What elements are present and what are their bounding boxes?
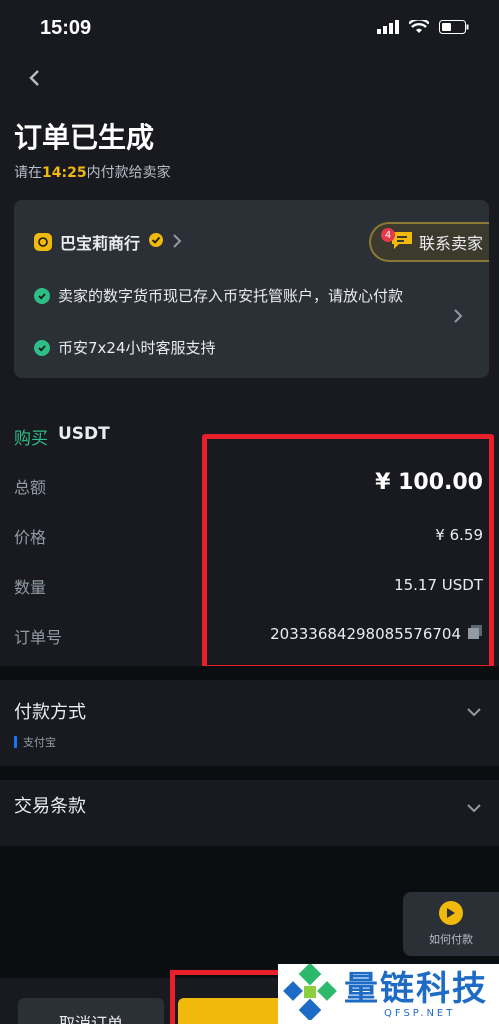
trade-direction: 购买 (14, 429, 48, 449)
trade-terms-section[interactable]: 交易条款 (0, 780, 499, 832)
signal-icon (377, 19, 399, 38)
wifi-icon (408, 17, 430, 38)
seller-name: 巴宝莉商行 (60, 234, 141, 253)
quantity-value: 15.17 USDT (394, 576, 483, 594)
unread-badge: 4 (381, 228, 395, 242)
status-time: 15:09 (40, 16, 92, 39)
payment-deadline: 请在14:25内付款给卖家 (14, 162, 171, 182)
order-details: 购买 USDT 总额 ¥ 100.00 价格 ¥ 6.59 数量 15.17 U… (0, 410, 499, 670)
chevron-left-icon (28, 69, 40, 91)
status-icons (377, 17, 469, 38)
countdown-timer: 14:25 (42, 165, 87, 181)
alipay-color-bar (14, 736, 17, 748)
chevron-down-icon[interactable] (467, 702, 481, 721)
how-to-pay-button[interactable]: 如何付款 (403, 892, 499, 956)
order-number-row: 20333684298085576704 (270, 624, 483, 644)
watermark: 量链科技 QFSP.NET (278, 962, 499, 1024)
verified-badge-icon (148, 232, 164, 252)
copy-icon[interactable] (467, 624, 483, 644)
notice-chevron-right-icon[interactable] (453, 308, 463, 327)
order-number-value: 20333684298085576704 (270, 625, 461, 643)
watermark-logo-icon (282, 962, 338, 1024)
cancel-order-button[interactable]: 取消订单 (18, 998, 164, 1024)
seller-avatar (34, 233, 52, 251)
highlight-annotation-box (170, 970, 294, 1024)
support-notice: 币安7x24小时客服支持 (34, 336, 216, 360)
payment-method-title: 付款方式 (14, 702, 86, 723)
watermark-text: 量链科技 QFSP.NET (344, 970, 488, 1019)
how-to-pay-label: 如何付款 (429, 933, 473, 946)
watermark-title: 量链科技 (344, 968, 488, 1009)
chevron-right-icon (172, 233, 182, 252)
deadline-prefix: 请在 (14, 165, 42, 181)
price-value: ¥ 6.59 (435, 526, 483, 544)
check-circle-icon (34, 340, 50, 356)
total-value: ¥ 100.00 (375, 470, 483, 495)
section-divider (0, 766, 499, 780)
total-label: 总额 (14, 478, 47, 497)
battery-icon (439, 19, 469, 38)
back-button[interactable] (22, 66, 46, 94)
page-title: 订单已生成 (14, 121, 155, 154)
contact-seller-label: 联系卖家 (419, 234, 484, 253)
contact-seller-button[interactable]: 4 联系卖家 (369, 222, 489, 262)
cancel-order-label: 取消订单 (58, 1014, 123, 1024)
support-notice-text: 币安7x24小时客服支持 (58, 339, 216, 357)
payment-method-name: 支付宝 (23, 736, 56, 749)
seller-profile-link[interactable]: 巴宝莉商行 (34, 230, 182, 254)
deadline-suffix: 内付款给卖家 (86, 165, 171, 181)
payment-method-tag: 支付宝 (14, 734, 56, 750)
trade-terms-title: 交易条款 (14, 796, 86, 817)
escrow-notice: 卖家的数字货币现已存入币安托管账户，请放心付款 (34, 284, 424, 308)
escrow-notice-text: 卖家的数字货币现已存入币安托管账户，请放心付款 (58, 287, 404, 305)
order-number-label: 订单号 (14, 628, 63, 647)
seller-card: 巴宝莉商行 4 联系卖家 卖家的数字货币现已存入币安托管账户，请放心付款 币安7… (14, 200, 489, 378)
price-label: 价格 (14, 528, 47, 547)
section-divider (0, 666, 499, 680)
chevron-down-icon[interactable] (467, 798, 481, 817)
payment-method-section[interactable]: 付款方式 支付宝 (0, 680, 499, 766)
check-circle-icon (34, 288, 50, 304)
quantity-label: 数量 (14, 578, 47, 597)
play-icon (439, 901, 463, 925)
watermark-url: QFSP.NET (384, 1007, 456, 1019)
trade-type: 购买 USDT (14, 424, 110, 449)
trade-asset: USDT (58, 424, 110, 444)
status-bar: 15:09 (0, 0, 499, 56)
